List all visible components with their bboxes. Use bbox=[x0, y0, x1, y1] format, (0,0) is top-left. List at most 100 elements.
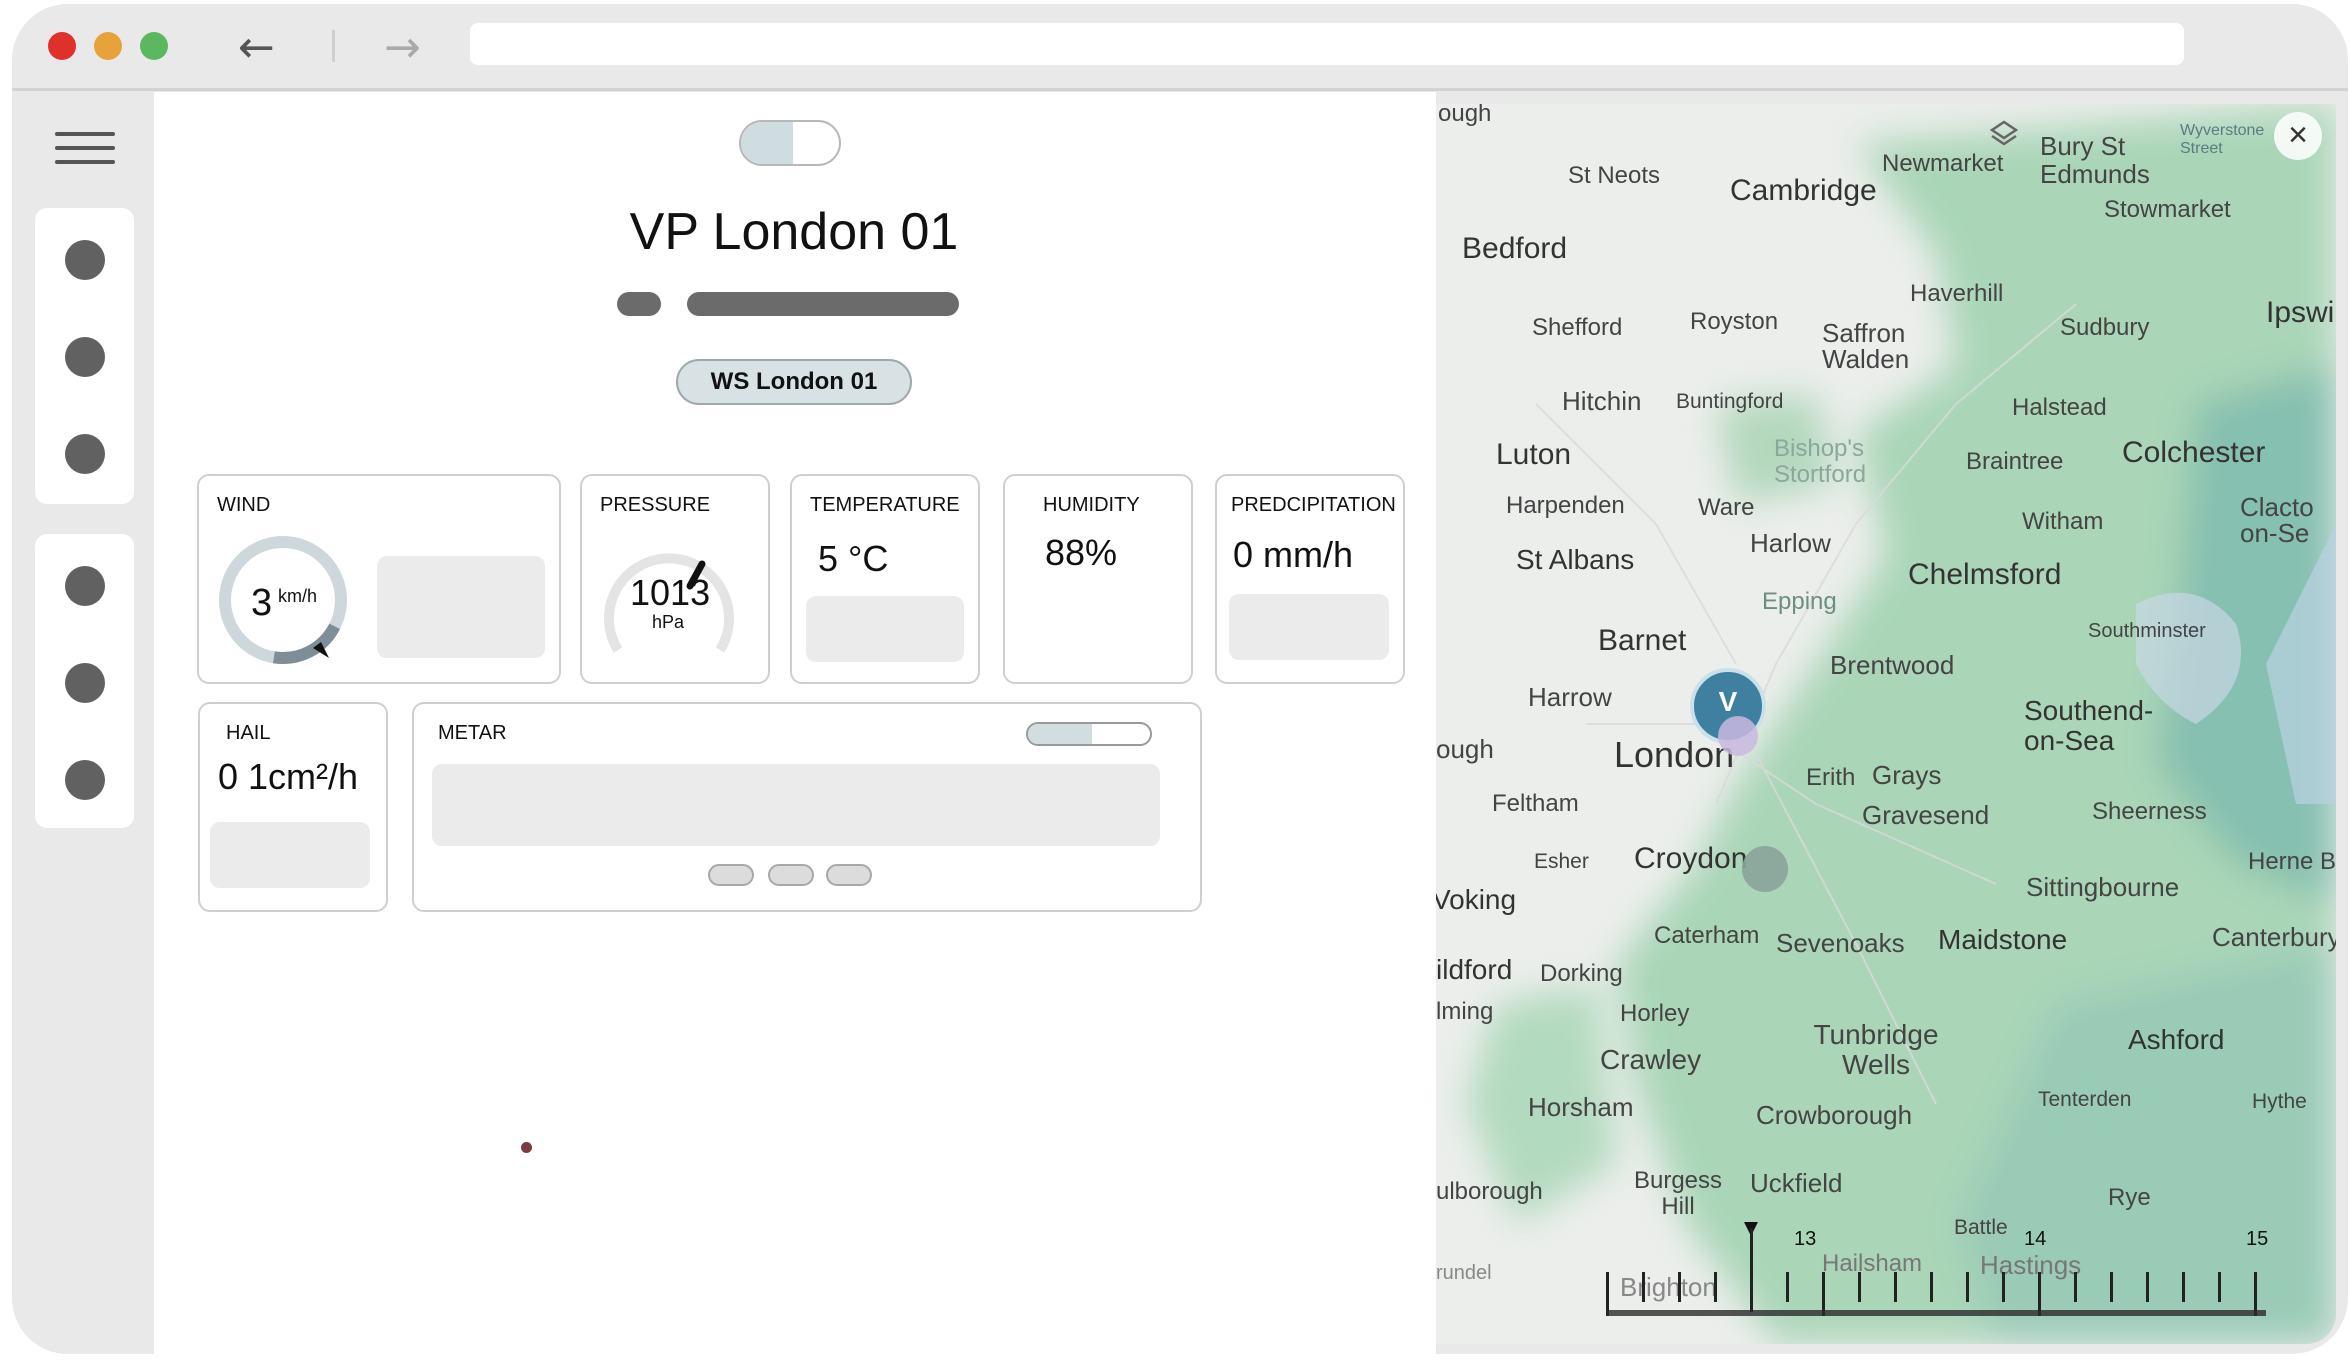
map-place-label: ulborough bbox=[1436, 1178, 1543, 1205]
timeline-tick bbox=[2146, 1272, 2149, 1302]
minimize-window-dot[interactable] bbox=[94, 32, 122, 60]
map-place-label: Bedford bbox=[1462, 232, 1568, 265]
timeline-tick bbox=[2074, 1272, 2077, 1302]
map-place-label: Southend-on-Sea bbox=[2024, 695, 2154, 756]
map-place-label: Sheerness bbox=[2092, 798, 2207, 825]
address-bar[interactable] bbox=[470, 23, 2184, 65]
sidebar-item-4[interactable] bbox=[65, 566, 105, 606]
map-place-label: Halstead bbox=[2012, 394, 2107, 421]
timeline-tick bbox=[2182, 1272, 2185, 1302]
sidebar-item-2[interactable] bbox=[65, 337, 105, 377]
map-place-label: Luton bbox=[1496, 438, 1572, 471]
timeline-tick bbox=[1750, 1272, 1753, 1302]
close-icon: × bbox=[2288, 116, 2308, 154]
placeholder-pill-short bbox=[617, 292, 661, 316]
metar-toggle[interactable] bbox=[1026, 722, 1152, 746]
metar-card: METAR bbox=[412, 702, 1202, 912]
timeline-tick bbox=[1930, 1272, 1933, 1302]
map-place-label: Clacto on-Se bbox=[2240, 492, 2314, 548]
map-place-label: St Neots bbox=[1568, 162, 1661, 189]
pressure-unit: hPa bbox=[652, 612, 685, 632]
nav-separator bbox=[332, 30, 335, 62]
humidity-label: HUMIDITY bbox=[1043, 494, 1140, 516]
cursor-dot bbox=[521, 1142, 532, 1153]
close-window-dot[interactable] bbox=[48, 32, 76, 60]
map-place-label: Ashford bbox=[2128, 1024, 2225, 1055]
map-place-label: Royston bbox=[1690, 308, 1779, 335]
map-place-label: Southminster bbox=[2088, 620, 2206, 642]
timeline-tick bbox=[2110, 1272, 2113, 1302]
map-place-label: Hitchin bbox=[1562, 386, 1642, 416]
metar-page-1[interactable] bbox=[708, 864, 754, 886]
map-timeline[interactable]: 13 14 15 bbox=[1606, 1214, 2268, 1324]
map-place-label: Buntingford bbox=[1676, 390, 1784, 413]
map-place-label: ough bbox=[1436, 734, 1494, 764]
humidity-value: 88% bbox=[1045, 532, 1118, 573]
map-place-label: Rye bbox=[2108, 1184, 2151, 1211]
precipitation-card: PREDCIPITATION 0 mm/h bbox=[1215, 474, 1405, 684]
forward-arrow-icon[interactable]: → bbox=[384, 22, 421, 73]
map-poi-marker[interactable] bbox=[1742, 846, 1788, 892]
map-place-label: Chelmsford bbox=[1908, 558, 2062, 591]
map-place-label: Horley bbox=[1620, 1000, 1690, 1027]
timeline-tick bbox=[2002, 1272, 2005, 1302]
pin-letter: V bbox=[1718, 686, 1738, 717]
map-close-button[interactable]: × bbox=[2274, 112, 2322, 160]
wind-value: 3 bbox=[251, 582, 273, 624]
map-place-label: Herne B bbox=[2248, 848, 2336, 875]
timeline-tick bbox=[2218, 1272, 2221, 1302]
timeline-tick bbox=[1858, 1272, 1861, 1302]
map-place-label: Sevenoaks bbox=[1776, 928, 1905, 958]
station-chip[interactable]: WS London 01 bbox=[676, 359, 912, 405]
temperature-value: 5 °C bbox=[818, 538, 889, 579]
layers-icon bbox=[1989, 120, 2019, 146]
map-place-label: Dorking bbox=[1540, 960, 1623, 987]
timeline-tick bbox=[1642, 1272, 1645, 1302]
map-place-label: Epping bbox=[1762, 588, 1837, 615]
map-place-label: Ware bbox=[1698, 494, 1755, 521]
map-place-label: Horsham bbox=[1528, 1092, 1634, 1122]
map-place-label: St Albans bbox=[1516, 544, 1635, 575]
sidebar-item-6[interactable] bbox=[65, 760, 105, 800]
view-toggle[interactable] bbox=[739, 120, 841, 166]
map-place-label: Colchester bbox=[2122, 436, 2266, 469]
sidebar-group-2 bbox=[35, 534, 134, 828]
wind-unit: km/h bbox=[278, 586, 318, 606]
metar-page-2[interactable] bbox=[768, 864, 814, 886]
precipitation-value: 0 mm/h bbox=[1233, 534, 1354, 575]
map-place-label: Witham bbox=[2022, 508, 2104, 535]
timeline-label-14: 14 bbox=[2024, 1228, 2047, 1250]
timeline-tick bbox=[1678, 1272, 1681, 1302]
menu-icon[interactable] bbox=[55, 132, 115, 166]
map-place-label: rundel bbox=[1436, 1262, 1492, 1284]
timeline-label-13: 13 bbox=[1794, 1228, 1817, 1250]
map-place-label: Uckfield bbox=[1750, 1168, 1843, 1198]
map-place-label: Haverhill bbox=[1910, 280, 2004, 307]
map-place-label: Cambridge bbox=[1730, 174, 1877, 207]
metar-page-3[interactable] bbox=[826, 864, 872, 886]
weather-map[interactable]: ough St Neots Cambridge Newmarket Bury S… bbox=[1436, 104, 2336, 1344]
map-place-label: Croydon bbox=[1634, 842, 1748, 875]
map-place-label: Caterham bbox=[1654, 922, 1760, 949]
map-place-label: Shefford bbox=[1532, 314, 1623, 341]
wind-label: WIND bbox=[217, 494, 271, 516]
pressure-label: PRESSURE bbox=[600, 494, 711, 516]
main-content: VP London 01 WS London 01 WIND 3 km/h PR… bbox=[154, 92, 1436, 1354]
map-place-label: Erith bbox=[1806, 764, 1856, 791]
map-background bbox=[1436, 104, 2336, 1344]
metar-label: METAR bbox=[438, 722, 507, 744]
maximize-window-dot[interactable] bbox=[140, 32, 168, 60]
sidebar-item-1[interactable] bbox=[65, 240, 105, 280]
map-layers-button[interactable] bbox=[1980, 112, 2028, 160]
map-secondary-marker[interactable] bbox=[1718, 716, 1758, 756]
back-arrow-icon[interactable]: ← bbox=[238, 22, 275, 73]
sidebar-item-3[interactable] bbox=[65, 434, 105, 474]
precipitation-label: PREDCIPITATION bbox=[1231, 494, 1396, 516]
metar-text-placeholder bbox=[432, 764, 1160, 846]
map-place-label: Harlow bbox=[1750, 528, 1831, 558]
sidebar-item-5[interactable] bbox=[65, 663, 105, 703]
sidebar bbox=[12, 92, 154, 1354]
map-place-label: Tenterden bbox=[2038, 1088, 2132, 1111]
map-place-label: Bishop's Stortford bbox=[1774, 435, 1867, 488]
temperature-card: TEMPERATURE 5 °C bbox=[790, 474, 980, 684]
